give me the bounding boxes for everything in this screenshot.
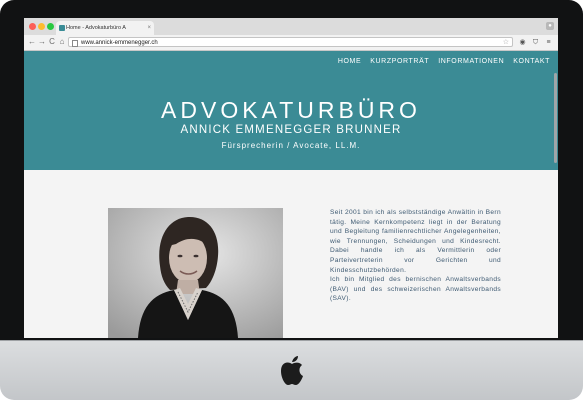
- bio-paragraph-2: Ich bin Mitglied des bernischen Anwaltsv…: [330, 276, 501, 303]
- site-title: ADVOKATURBÜRO: [161, 97, 421, 123]
- web-page: HOME KURZPORTRÄT INFORMATIONEN KONTAKT A…: [24, 51, 558, 338]
- page-scrollbar[interactable]: [554, 73, 557, 163]
- nav-link-informationen[interactable]: INFORMATIONEN: [438, 58, 504, 65]
- extension-icon[interactable]: ◉: [518, 38, 527, 47]
- nav-link-home[interactable]: HOME: [338, 58, 361, 65]
- user-profile-icon[interactable]: ●: [546, 22, 554, 30]
- pocket-icon[interactable]: ⛉: [531, 38, 540, 47]
- browser-toolbar: ← → C ⌂ www.annick-emmenegger.ch ☆ ◉ ⛉ ≡: [24, 35, 558, 51]
- main-navigation: HOME KURZPORTRÄT INFORMATIONEN KONTAKT: [338, 58, 550, 65]
- bio-text: Seit 2001 bin ich als selbstständige Anw…: [330, 208, 501, 304]
- apple-logo-icon: [281, 356, 303, 385]
- hero-banner: HOME KURZPORTRÄT INFORMATIONEN KONTAKT A…: [24, 51, 558, 170]
- site-role: Fürsprecherin / Avocate, LL.M.: [221, 141, 361, 150]
- content-section: Seit 2001 bin ich als selbstständige Anw…: [24, 170, 558, 338]
- bookmark-star-icon[interactable]: ☆: [503, 38, 509, 48]
- home-button[interactable]: ⌂: [57, 37, 67, 47]
- favicon-icon: [59, 25, 65, 31]
- nav-link-kontakt[interactable]: KONTAKT: [513, 58, 550, 65]
- url-text: www.annick-emmenegger.ch: [81, 40, 158, 46]
- chin-divider: [0, 340, 583, 341]
- bio-paragraph-1: Seit 2001 bin ich als selbstständige Anw…: [330, 209, 501, 274]
- portrait-photo: [108, 208, 283, 338]
- reload-button[interactable]: C: [47, 37, 57, 47]
- screen: Home - Advokaturbüro A × ● ← → C ⌂ www.a…: [24, 18, 558, 338]
- tab-title: Home - Advokaturbüro A: [66, 25, 126, 31]
- maximize-window-icon[interactable]: [47, 23, 54, 30]
- back-button[interactable]: ←: [27, 37, 37, 47]
- minimize-window-icon[interactable]: [38, 23, 45, 30]
- tab-close-icon[interactable]: ×: [147, 21, 151, 35]
- menu-icon[interactable]: ≡: [544, 38, 553, 47]
- browser-tab[interactable]: Home - Advokaturbüro A ×: [56, 21, 154, 35]
- address-bar[interactable]: www.annick-emmenegger.ch ☆: [68, 37, 513, 47]
- page-icon: [72, 40, 78, 47]
- forward-button[interactable]: →: [37, 37, 47, 47]
- browser-tab-bar: Home - Advokaturbüro A × ●: [24, 18, 558, 35]
- nav-link-kurzportraet[interactable]: KURZPORTRÄT: [370, 58, 429, 65]
- imac-monitor: Home - Advokaturbüro A × ● ← → C ⌂ www.a…: [0, 0, 583, 400]
- site-subtitle: ANNICK EMMENEGGER BRUNNER: [180, 124, 402, 136]
- close-window-icon[interactable]: [29, 23, 36, 30]
